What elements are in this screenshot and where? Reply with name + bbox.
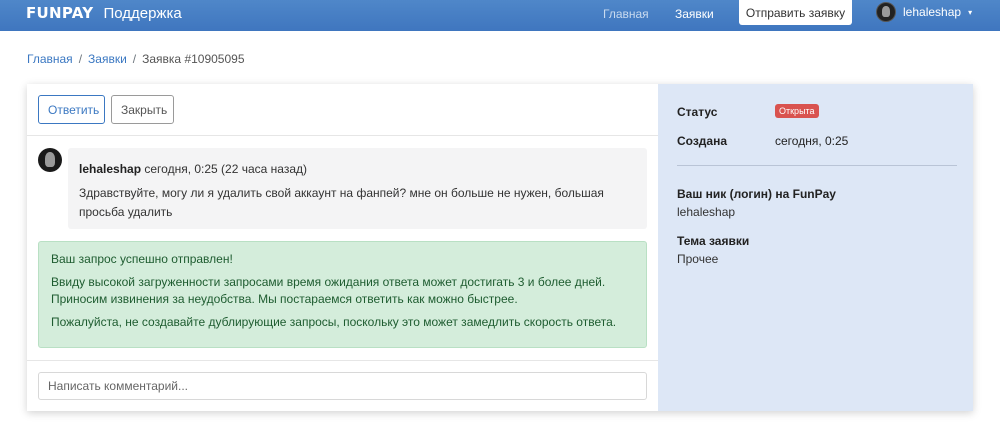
submit-ticket-button[interactable]: Отправить заявку: [739, 0, 852, 25]
breadcrumb-separator: /: [132, 52, 137, 66]
alert-line-2: Ввиду высокой загруженности запросами вр…: [51, 275, 606, 306]
ticket-sidebar: Статус Открыта Создана сегодня, 0:25 Ваш…: [658, 84, 973, 411]
breadcrumb-tickets[interactable]: Заявки: [88, 52, 127, 66]
nav-home-link[interactable]: Главная: [603, 7, 649, 21]
ticket-main: Ответить Закрыть lehaleshap сегодня, 0:2…: [27, 84, 658, 411]
divider: [27, 360, 658, 361]
user-avatar-icon: [876, 2, 896, 22]
topic-value: Прочее: [677, 252, 719, 266]
topic-label: Тема заявки: [677, 234, 750, 248]
alert-line-1: Ваш запрос успешно отправлен!: [51, 252, 233, 266]
success-alert: Ваш запрос успешно отправлен! Ввиду высо…: [38, 241, 647, 348]
user-name: lehaleshap: [903, 5, 962, 19]
nav-tickets-link[interactable]: Заявки: [675, 7, 714, 21]
message-time: сегодня, 0:25 (22 часа назад): [144, 162, 308, 176]
comment-input[interactable]: [38, 372, 647, 400]
message-bubble: lehaleshap сегодня, 0:25 (22 часа назад)…: [68, 148, 647, 229]
breadcrumb-home[interactable]: Главная: [27, 52, 73, 66]
message-header: lehaleshap сегодня, 0:25 (22 часа назад): [79, 160, 636, 179]
status-badge: Открыта: [775, 104, 819, 118]
message-avatar-icon: [38, 148, 62, 172]
brand[interactable]: FUNPAY Поддержка: [26, 4, 182, 22]
funpay-logo[interactable]: FUNPAY: [26, 4, 93, 22]
status-row: Статус Открыта: [677, 104, 819, 119]
top-navbar: FUNPAY Поддержка Главная Заявки Отправит…: [0, 0, 1000, 31]
message-author: lehaleshap: [79, 162, 142, 176]
reply-button[interactable]: Ответить: [38, 95, 105, 124]
message-text: Здравствуйте, могу ли я удалить свой акк…: [79, 186, 604, 219]
divider: [677, 165, 957, 166]
status-label: Статус: [677, 105, 718, 119]
alert-line-3: Пожалуйста, не создавайте дублирующие за…: [51, 315, 617, 329]
created-label: Создана: [677, 134, 728, 148]
ticket-card: Ответить Закрыть lehaleshap сегодня, 0:2…: [27, 84, 973, 411]
divider: [27, 135, 658, 136]
created-value: сегодня, 0:25: [775, 134, 849, 148]
created-row: Создана сегодня, 0:25: [677, 134, 848, 148]
nick-label: Ваш ник (логин) на FunPay: [677, 187, 836, 201]
brand-subtitle[interactable]: Поддержка: [103, 5, 181, 22]
user-menu[interactable]: lehaleshap ▾: [876, 2, 972, 22]
nick-value: lehaleshap: [677, 205, 736, 219]
close-button[interactable]: Закрыть: [111, 95, 174, 124]
chevron-down-icon: ▾: [968, 7, 973, 17]
breadcrumb: Главная / Заявки / Заявка #10905095: [27, 52, 245, 66]
breadcrumb-separator: /: [78, 52, 83, 66]
breadcrumb-current: Заявка #10905095: [142, 52, 245, 66]
